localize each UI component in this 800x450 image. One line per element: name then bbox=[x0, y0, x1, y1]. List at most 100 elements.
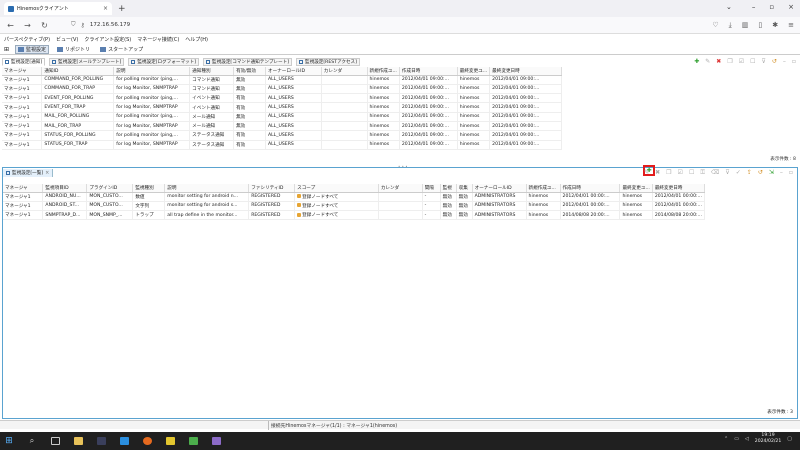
export-icon[interactable]: ⇪ bbox=[747, 169, 752, 176]
menu-client-settings[interactable]: クライアント設定(S) bbox=[84, 36, 131, 43]
table-row[interactable]: マネージャ1 STATUS_FOR_POLLING for polling moni… bbox=[2, 130, 562, 141]
minimize-icon[interactable]: – bbox=[752, 3, 756, 11]
tab-monitor-list[interactable]: 監視設定[一覧] × bbox=[3, 168, 54, 177]
task-view-icon[interactable] bbox=[50, 436, 60, 446]
column-header[interactable]: 作成日時 bbox=[399, 67, 458, 76]
maximize-view-icon[interactable]: ▫ bbox=[792, 58, 796, 65]
menu-view[interactable]: ビュー(V) bbox=[56, 36, 78, 43]
table-row[interactable]: マネージャ1 EVENT_FOR_TRAP for log Monitor, SNM… bbox=[2, 102, 562, 113]
chevron-up-icon[interactable]: ⌃ bbox=[724, 436, 728, 442]
perspective-monitor-settings[interactable]: 監視設定 bbox=[15, 45, 50, 54]
table-row[interactable]: マネージャ1 STATUS_FOR_TRAP for log Monitor, SN… bbox=[2, 140, 562, 150]
tab-command-template[interactable]: 監視設定[コマンド通知テンプレート] bbox=[203, 57, 292, 66]
maximize-icon[interactable]: ▫ bbox=[769, 3, 774, 11]
windows-start-icon[interactable]: ⊞ bbox=[4, 436, 14, 446]
sidebar-icon[interactable]: ▯ bbox=[758, 21, 762, 30]
notification-icon[interactable]: ▢ bbox=[787, 436, 792, 442]
column-header[interactable]: 監視項目ID bbox=[42, 184, 88, 193]
disable-icon[interactable]: ☐ bbox=[750, 58, 755, 65]
minimize-view-icon[interactable]: – bbox=[783, 58, 786, 65]
column-header[interactable]: 間隔 bbox=[422, 184, 441, 193]
shield-icon[interactable]: ⛉ bbox=[71, 21, 76, 29]
firefox-icon[interactable] bbox=[142, 436, 152, 446]
forward-icon[interactable]: → bbox=[23, 21, 32, 30]
column-header[interactable]: 有効/無効 bbox=[233, 67, 266, 76]
column-header[interactable]: 最終変更ユ... bbox=[457, 67, 491, 76]
column-header[interactable]: 説明 bbox=[164, 184, 250, 193]
file-explorer-icon[interactable] bbox=[73, 436, 83, 446]
column-header[interactable]: 最終変更ユ... bbox=[619, 184, 653, 193]
library-icon[interactable]: ▥ bbox=[742, 21, 749, 30]
menu-perspective[interactable]: パースペクティブ(P) bbox=[4, 36, 50, 43]
column-header[interactable]: 最終変更日時 bbox=[652, 184, 706, 193]
terminal-icon[interactable] bbox=[96, 436, 106, 446]
table-row[interactable]: マネージャ1 MAIL_FOR_TRAP for log Monitor, SNMP… bbox=[2, 121, 562, 132]
close-view-icon[interactable]: × bbox=[45, 170, 49, 176]
refresh-icon[interactable]: ↺ bbox=[772, 58, 777, 65]
pocket-icon[interactable]: ♡ bbox=[712, 21, 718, 30]
column-header[interactable]: 最終変更日時 bbox=[489, 67, 562, 76]
enable-icon[interactable]: ☑ bbox=[739, 58, 744, 65]
pin-icon[interactable]: ⇲ bbox=[769, 169, 774, 176]
volume-icon[interactable]: ◁ bbox=[745, 436, 749, 442]
close-tab-icon[interactable]: × bbox=[103, 5, 108, 12]
column-header[interactable]: オーナーロールID bbox=[472, 184, 527, 193]
column-header[interactable]: 新規作成ユ... bbox=[526, 184, 561, 193]
clear-icon[interactable]: ⌫ bbox=[711, 169, 719, 176]
table-row[interactable]: マネージャ1 EVENT_FOR_POLLING for polling monit… bbox=[2, 93, 562, 104]
column-header[interactable]: マネージャ bbox=[3, 184, 44, 193]
add-icon[interactable]: ✚ bbox=[694, 58, 699, 65]
tab-rest-access[interactable]: 監視設定[RESTアクセス] bbox=[296, 57, 360, 66]
table-row[interactable]: マネージャ1 SNMPTRAP_D... MON_SNMP_... トラップ all t… bbox=[3, 210, 706, 221]
tab-notification[interactable]: 監視設定[通知] bbox=[2, 57, 46, 66]
table-row[interactable]: マネージャ1 COMMAND_FOR_TRAP for log Monitor, S… bbox=[2, 84, 562, 95]
copy-icon[interactable]: ❐ bbox=[666, 169, 671, 176]
app-icon-purple[interactable] bbox=[211, 436, 221, 446]
edit-icon[interactable]: ✎ bbox=[644, 169, 649, 176]
column-header[interactable]: プラグインID bbox=[86, 184, 134, 193]
network-icon[interactable]: ▭ bbox=[734, 436, 739, 442]
check-icon[interactable]: ✓ bbox=[736, 169, 741, 176]
new-tab-button[interactable]: + bbox=[118, 4, 126, 14]
url-bar[interactable]: ⛉ ⚷ 172.16.56.179 bbox=[65, 20, 625, 31]
menu-manager-connection[interactable]: マネージャ接続(C) bbox=[137, 36, 179, 43]
objectprivilege-icon[interactable]: ⚿ bbox=[700, 169, 705, 177]
maximize-view-icon[interactable]: ▫ bbox=[789, 169, 793, 176]
column-header[interactable]: 通知種別 bbox=[189, 67, 235, 76]
enable-icon[interactable]: ☑ bbox=[678, 169, 683, 176]
column-header[interactable]: 説明 bbox=[113, 67, 191, 76]
column-header[interactable]: 新規作成ユ... bbox=[367, 67, 400, 76]
tab-mail-template[interactable]: 監視設定[メールテンプレート] bbox=[49, 57, 125, 66]
clock[interactable]: 19:19 2024/02/21 bbox=[755, 433, 781, 445]
extensions-icon[interactable]: ✱ bbox=[772, 21, 778, 30]
app-icon-yellow[interactable] bbox=[165, 436, 175, 446]
edit-icon[interactable]: ✎ bbox=[705, 58, 710, 65]
column-header[interactable]: 収集 bbox=[456, 184, 473, 193]
tab-log-format[interactable]: 監視設定[ログフォーマット] bbox=[128, 57, 200, 66]
perspective-repository[interactable]: リポジトリ bbox=[55, 46, 92, 53]
delete-icon[interactable]: ✖ bbox=[716, 58, 721, 65]
perspective-startup[interactable]: スタートアップ bbox=[98, 46, 145, 53]
disable-icon[interactable]: ☐ bbox=[689, 169, 694, 176]
column-header[interactable]: 通知ID bbox=[41, 67, 115, 76]
table-row[interactable]: マネージャ1 ANDROID_NU... MON_CUSTO... 数値 monitor… bbox=[3, 192, 706, 202]
table-row[interactable]: マネージャ1 MAIL_FOR_POLLING for polling monito… bbox=[2, 112, 562, 123]
minimize-view-icon[interactable]: – bbox=[780, 169, 783, 176]
copy-icon[interactable]: ❐ bbox=[727, 58, 732, 65]
column-header[interactable]: 監視 bbox=[440, 184, 457, 193]
search-icon[interactable]: ⌕ bbox=[27, 436, 37, 446]
browser-tab[interactable]: Hinemosクライアント × bbox=[4, 2, 112, 15]
reload-icon[interactable]: ↻ bbox=[40, 21, 49, 30]
refresh-icon[interactable]: ↺ bbox=[758, 169, 763, 176]
menu-help[interactable]: ヘルプ(H) bbox=[185, 36, 208, 43]
column-header[interactable]: 監視種別 bbox=[132, 184, 166, 193]
download-icon[interactable]: ⤓ bbox=[729, 21, 732, 30]
column-header[interactable]: カレンダ bbox=[321, 67, 368, 76]
list-tabs-icon[interactable]: ⌄ bbox=[726, 3, 732, 11]
column-header[interactable]: カレンダ bbox=[378, 184, 423, 193]
vscode-icon[interactable] bbox=[119, 436, 129, 446]
column-header[interactable]: スコープ bbox=[294, 184, 379, 193]
open-perspective-icon[interactable]: ⊞ bbox=[4, 46, 9, 53]
delete-icon[interactable]: ✖ bbox=[655, 169, 660, 176]
app-icon-green[interactable] bbox=[188, 436, 198, 446]
